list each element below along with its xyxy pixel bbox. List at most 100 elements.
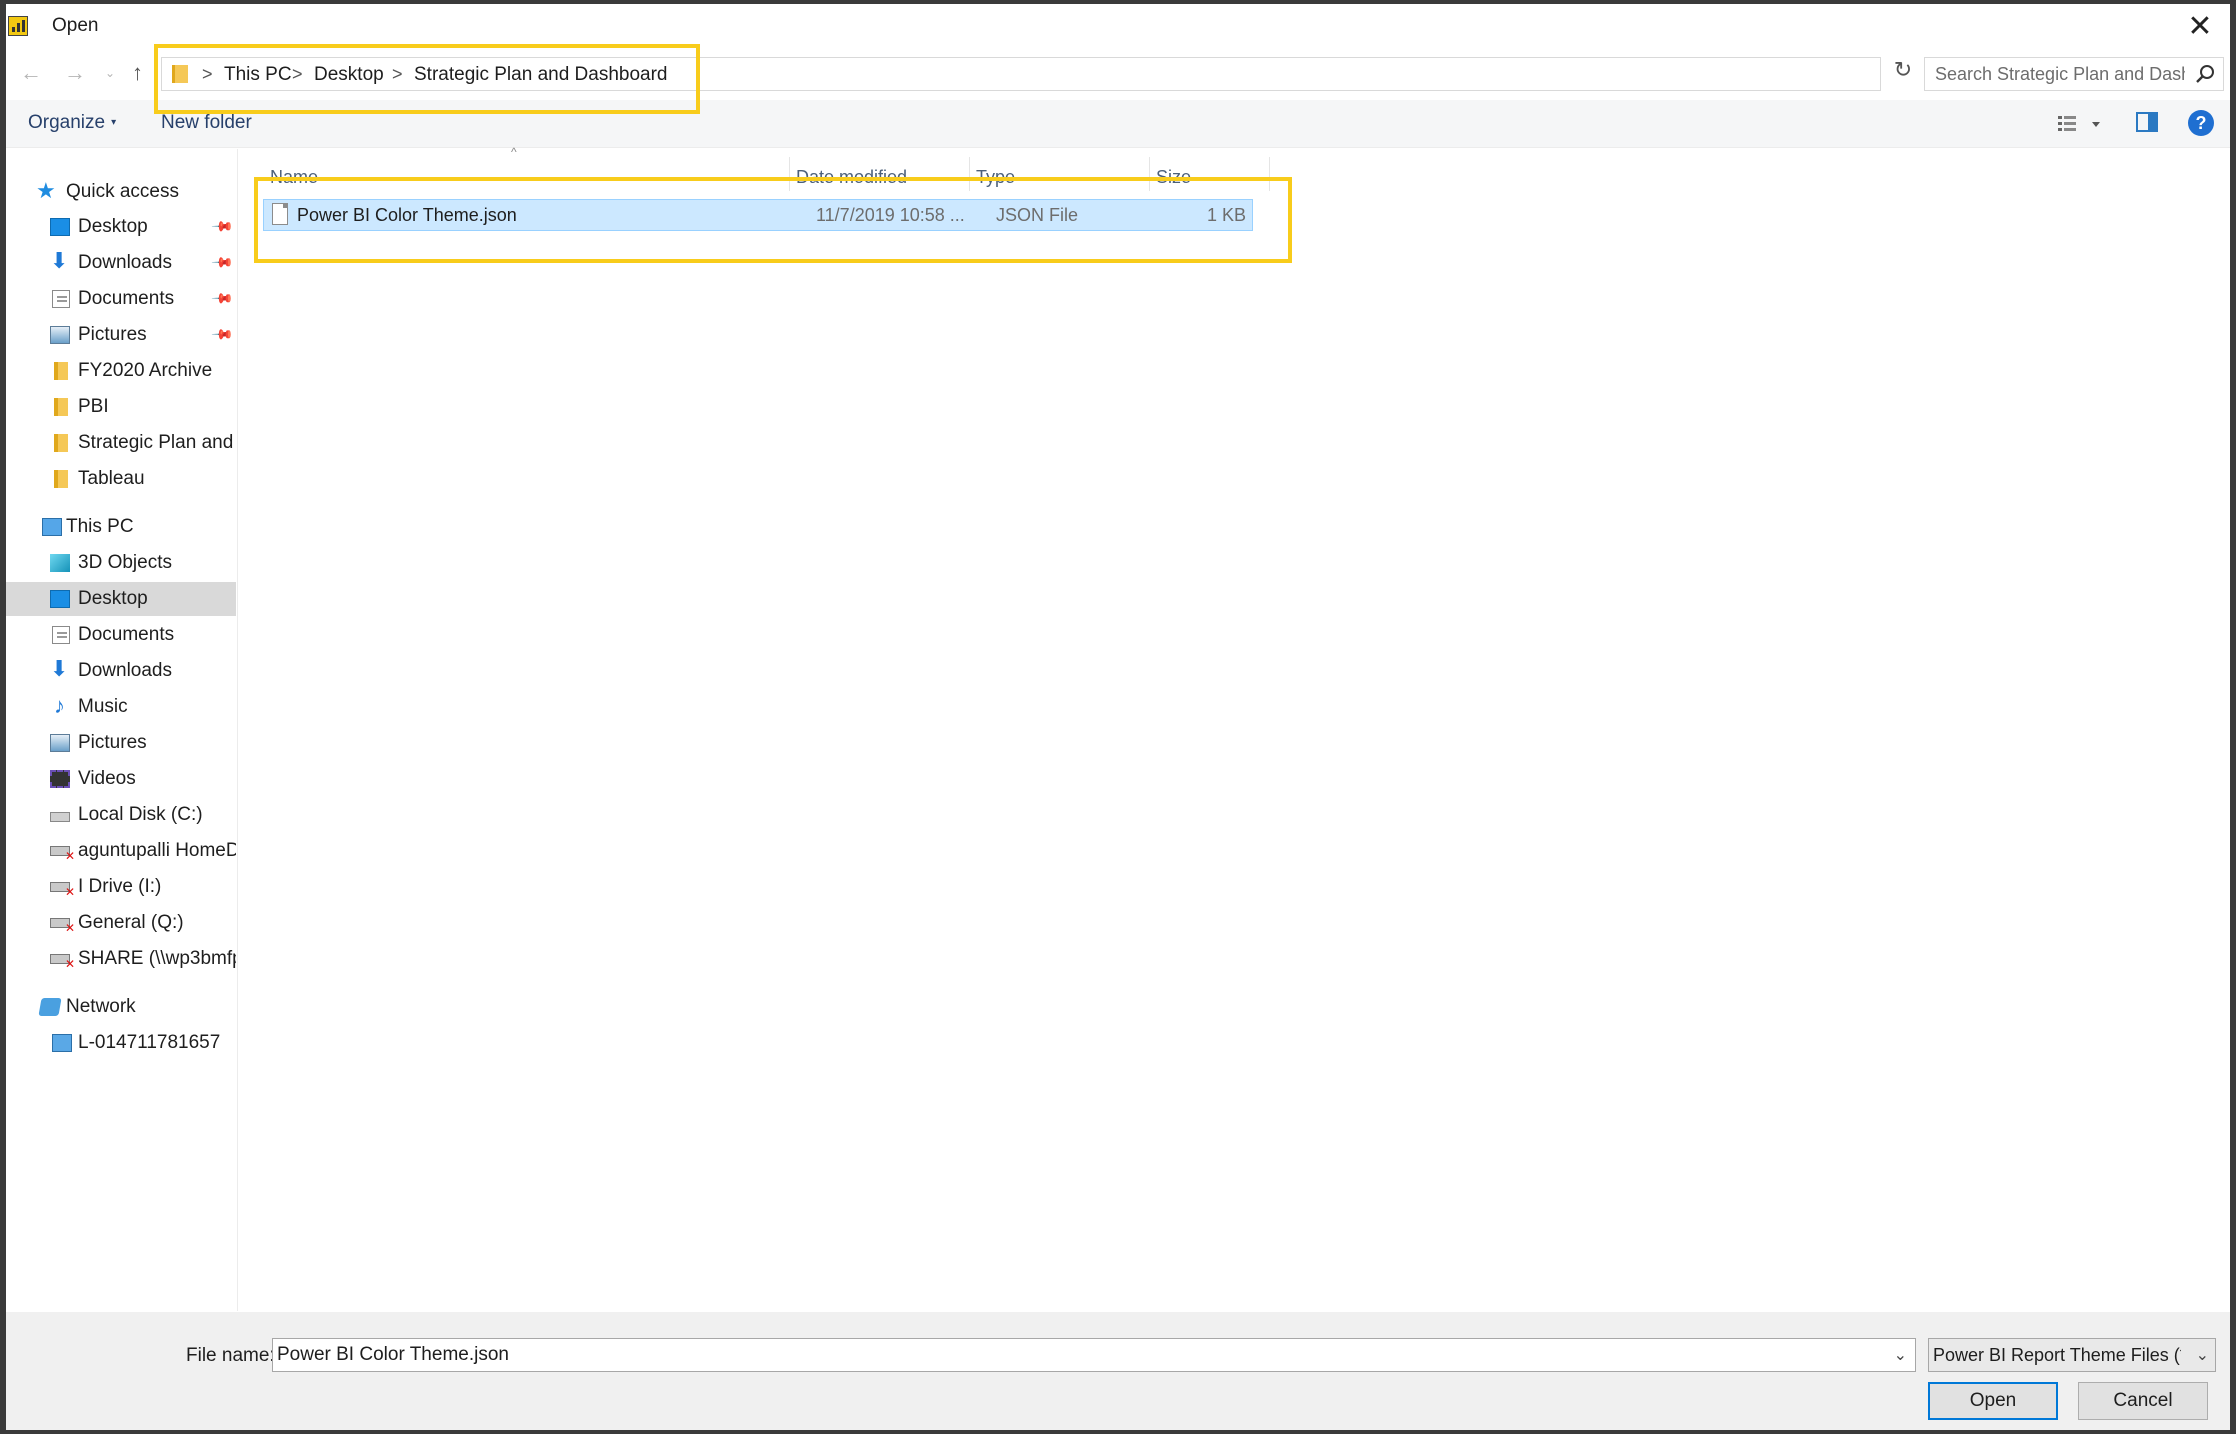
sidebar-item-network[interactable]: Network (6, 990, 238, 1024)
forward-button[interactable]: → (64, 60, 86, 86)
sidebar-item-tableau[interactable]: Tableau (6, 462, 238, 496)
table-row[interactable]: Power BI Color Theme.json 11/7/2019 10:5… (263, 199, 1253, 231)
sidebar-item-pbi[interactable]: PBI (6, 390, 238, 424)
file-date-modified: 11/7/2019 10:58 ... (816, 205, 965, 225)
chevron-down-icon: ⌄ (2195, 1347, 2209, 1364)
close-button[interactable]: ✕ (2170, 4, 2230, 48)
preview-pane-icon[interactable] (2136, 112, 2158, 132)
sidebar-item-local-disk[interactable]: Local Disk (C:) (6, 798, 238, 832)
sidebar-item-label: Quick access (66, 181, 179, 202)
sidebar-item-pictures[interactable]: Pictures 📌 (6, 318, 238, 352)
breadcrumb-separator[interactable]: > (202, 64, 213, 85)
sidebar-item-documents-pc[interactable]: Documents (6, 618, 238, 652)
help-button[interactable]: ? (2188, 110, 2214, 136)
column-header-label: Size (1156, 167, 1192, 187)
column-header-label: Date modified (796, 167, 908, 187)
network-icon (38, 998, 62, 1016)
sidebar-item-homedrive[interactable]: aguntupalli HomeDrive (6, 834, 238, 868)
close-icon: ✕ (2187, 9, 2213, 43)
column-header-name[interactable]: Name (264, 157, 790, 191)
sidebar-item-label: Strategic Plan and Dashboard (78, 432, 236, 453)
desktop-icon (50, 590, 70, 608)
file-name-combobox[interactable]: ⌄ (272, 1338, 1916, 1372)
disconnected-drive-icon (50, 918, 75, 935)
sidebar-item-label: Desktop (78, 588, 148, 609)
file-type: JSON File (996, 205, 1079, 225)
sidebar-item-desktop[interactable]: Desktop 📌 (6, 210, 238, 244)
search-box[interactable] (1924, 57, 2224, 91)
file-size: 1 KB (1206, 205, 1246, 225)
sidebar-item-label: FY2020 Archive (78, 360, 213, 381)
sidebar-item-documents[interactable]: Documents 📌 (6, 282, 238, 316)
hard-drive-icon (50, 812, 70, 822)
recent-locations-button[interactable]: ⌄ (105, 66, 115, 80)
desktop-icon (50, 218, 70, 236)
computer-icon (42, 518, 62, 536)
caret-down-icon: ▾ (111, 117, 117, 128)
column-header-date-modified[interactable]: Date modified (790, 157, 970, 191)
search-icon[interactable] (2195, 64, 2215, 84)
window-title: Open (52, 15, 99, 36)
sidebar-item-music[interactable]: ♪ Music (6, 690, 238, 724)
videos-icon (50, 770, 70, 788)
documents-icon (52, 290, 70, 308)
sidebar-item-desktop-pc[interactable]: Desktop (6, 582, 236, 616)
sidebar-item-label: Local Disk (C:) (78, 804, 203, 825)
download-arrow-icon: ⬇ (50, 656, 69, 681)
column-header-label: Type (976, 167, 1016, 187)
sidebar-item-general[interactable]: General (Q:) (6, 906, 238, 940)
breadcrumb-separator[interactable]: > (292, 64, 303, 85)
cancel-button[interactable]: Cancel (2078, 1382, 2208, 1420)
file-list: ^ Name Date modified Type Size Power BI … (239, 145, 2230, 1311)
pictures-icon (50, 326, 70, 344)
sidebar-item-label: Pictures (78, 732, 147, 753)
up-button[interactable]: ↑ (132, 60, 143, 86)
column-header-type[interactable]: Type (970, 157, 1150, 191)
sidebar-item-label: L-014711781657 (78, 1032, 221, 1053)
chevron-down-icon[interactable]: ⌄ (1894, 1345, 1907, 1365)
sidebar-item-i-drive[interactable]: I Drive (I:) (6, 870, 238, 904)
breadcrumb-desktop[interactable]: Desktop (314, 64, 384, 86)
organize-button[interactable]: Organize ▾ (28, 112, 116, 134)
address-bar[interactable]: > This PC > Desktop > Strategic Plan and… (161, 57, 2020, 91)
refresh-button[interactable]: ↻ (1888, 57, 1918, 91)
sidebar-item-downloads-pc[interactable]: ⬇ Downloads (6, 654, 238, 688)
sidebar-item-computer[interactable]: L-014711781657 (6, 1026, 238, 1060)
3d-objects-icon (50, 554, 70, 572)
sidebar-item-label: aguntupalli HomeDrive (78, 840, 236, 861)
change-view-icon[interactable] (2056, 110, 2106, 138)
open-button[interactable]: Open (1928, 1382, 2058, 1420)
sidebar-item-label: SHARE (\\wp3bmfp (78, 948, 236, 969)
breadcrumb-current-folder[interactable]: Strategic Plan and Dashboard (414, 64, 668, 86)
folder-icon (54, 434, 68, 452)
sidebar-item-fy2020-archive[interactable]: FY2020 Archive (6, 354, 238, 388)
sidebar-item-pictures-pc[interactable]: Pictures (6, 726, 238, 760)
sidebar-item-videos[interactable]: Videos (6, 762, 238, 796)
file-type-select[interactable]: Power BI Report Theme Files (*.j ⌄ (1928, 1338, 2216, 1372)
search-input[interactable] (1935, 58, 2185, 90)
sidebar-item-label: Music (78, 696, 128, 717)
column-header-label: Name (270, 167, 319, 187)
music-icon: ♪ (54, 693, 65, 718)
sidebar-item-label: This PC (66, 516, 134, 537)
sidebar-item-label: PBI (78, 396, 109, 417)
sidebar-item-downloads[interactable]: ⬇ Downloads 📌 (6, 246, 238, 280)
new-folder-button[interactable]: New folder (161, 112, 252, 134)
download-arrow-icon: ⬇ (50, 248, 69, 273)
file-type-label: Power BI Report Theme Files (*.j (1933, 1345, 2181, 1365)
sidebar-item-3d-objects[interactable]: 3D Objects (6, 546, 238, 580)
sidebar-item-strategic-plan[interactable]: Strategic Plan and Dashboard (6, 426, 238, 460)
column-header-size[interactable]: Size (1150, 157, 1270, 191)
file-name-input[interactable] (277, 1339, 1867, 1371)
breadcrumb-separator[interactable]: > (392, 64, 403, 85)
breadcrumb-this-pc[interactable]: This PC (224, 64, 292, 86)
sidebar-item-label: I Drive (I:) (78, 876, 162, 897)
sidebar-item-quick-access[interactable]: ★ Quick access (6, 175, 238, 209)
sidebar-item-this-pc[interactable]: This PC (6, 510, 238, 544)
back-button[interactable]: ← (20, 60, 42, 86)
computer-icon (52, 1034, 72, 1052)
sidebar-item-label: Documents (78, 624, 175, 645)
sidebar-item-share[interactable]: SHARE (\\wp3bmfp (6, 942, 238, 976)
file-icon (272, 203, 288, 225)
sidebar-item-label: 3D Objects (78, 552, 172, 573)
